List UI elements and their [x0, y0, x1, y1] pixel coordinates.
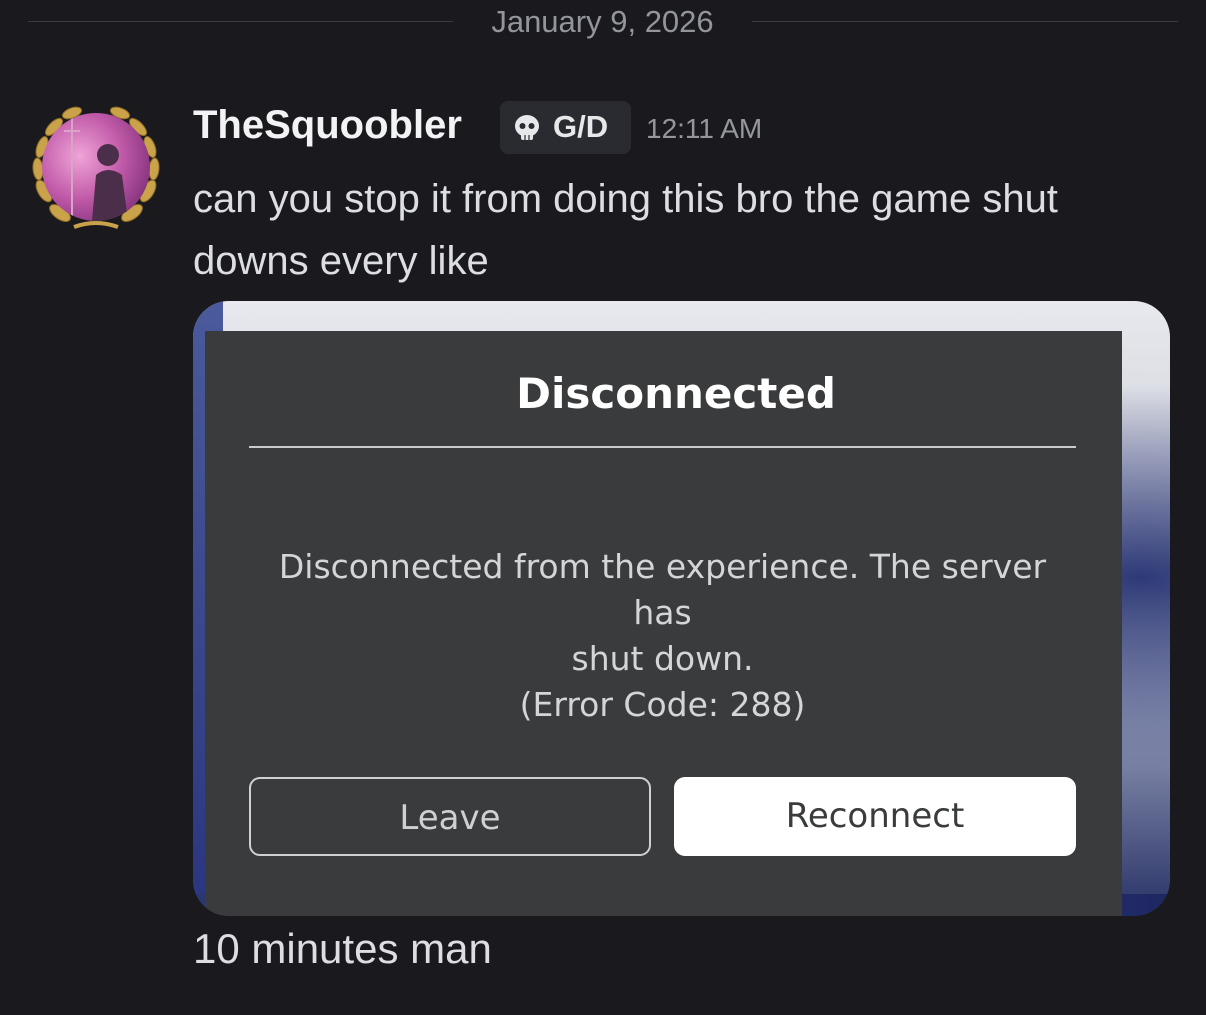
disconnected-dialog: Disconnected Disconnected from the exper…	[205, 331, 1122, 916]
image-attachment[interactable]: Disconnected Disconnected from the exper…	[193, 301, 1170, 916]
reconnect-button: Reconnect	[674, 777, 1076, 856]
date-divider: January 9, 2026	[0, 0, 1206, 48]
dialog-divider	[249, 446, 1076, 448]
dialog-message-line1: Disconnected from the experience. The se…	[278, 547, 1047, 632]
server-tag-label: G/D	[553, 109, 609, 144]
dialog-title: Disconnected	[516, 369, 836, 418]
message-timestamp[interactable]: 12:11 AM	[646, 113, 762, 145]
dialog-message: Disconnected from the experience. The se…	[249, 544, 1076, 728]
skull-icon	[515, 115, 539, 140]
divider-line-right	[752, 21, 1178, 22]
message-text: can you stop it from doing this bro the …	[193, 177, 1058, 283]
silhouette-icon	[64, 113, 128, 221]
leave-button: Leave	[249, 777, 651, 856]
server-tag[interactable]: G/D	[500, 101, 631, 154]
divider-line-left	[28, 21, 453, 22]
username[interactable]: TheSquoobler	[193, 103, 462, 148]
avatar[interactable]	[26, 99, 166, 239]
dialog-error-code: (Error Code: 288)	[519, 685, 806, 724]
avatar-image	[42, 113, 150, 221]
followup-message-text: 10 minutes man	[193, 925, 492, 972]
dialog-message-line2: shut down.	[571, 639, 754, 678]
date-divider-label: January 9, 2026	[491, 4, 714, 39]
